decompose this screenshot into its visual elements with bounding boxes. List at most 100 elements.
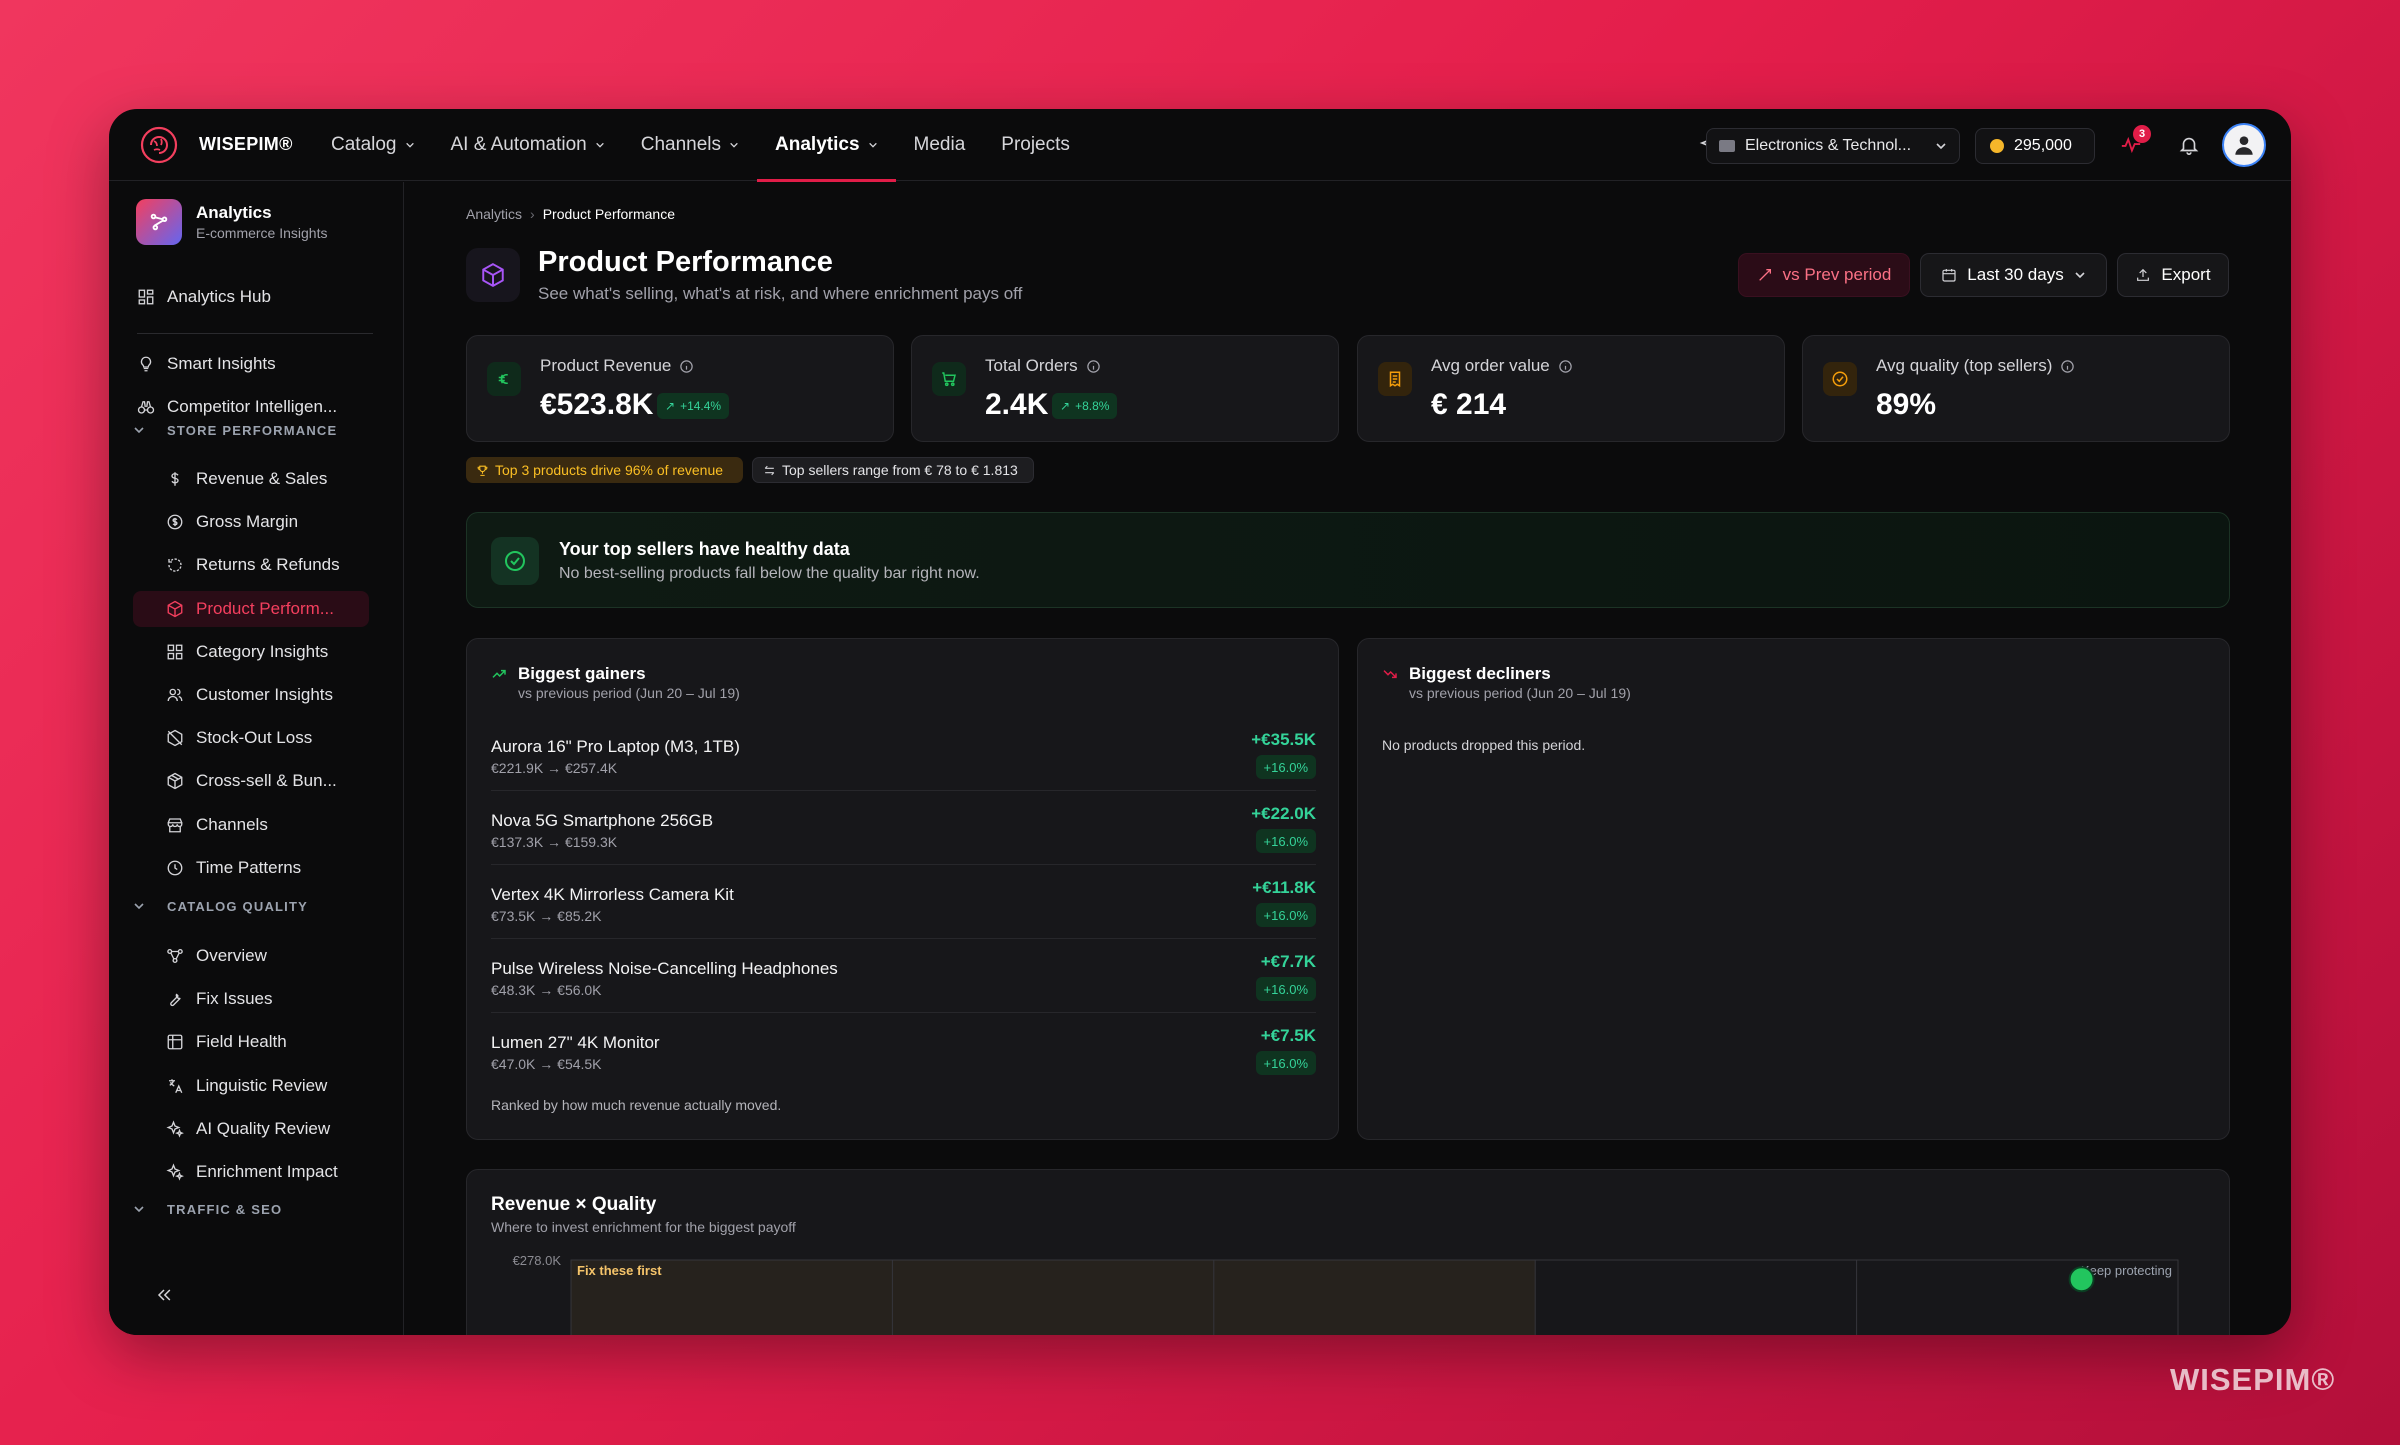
banner-title: Your top sellers have healthy data [559, 539, 850, 559]
sidebar-item-label: Product Perform... [196, 598, 334, 618]
info-icon[interactable] [1086, 359, 1101, 374]
export-button[interactable]: Export [2117, 253, 2229, 297]
bell-icon[interactable] [2175, 131, 2203, 159]
kpi-value: € 214 [1431, 388, 1507, 421]
sidebar-item-label: Revenue & Sales [196, 469, 328, 488]
kpi-label-text: Avg quality (top sellers) [1876, 356, 2053, 375]
sidebar-section-traffic-seo[interactable]: TRAFFIC & SEO [133, 1195, 282, 1223]
users-icon [167, 688, 183, 702]
credits-balance[interactable]: 295,000 [1975, 128, 2095, 164]
arrow-up-right-icon: ↗ [1060, 399, 1071, 413]
top-sellers-range-chip-label: Top sellers range from € 78 to € 1.813 [782, 462, 1018, 478]
nav-item-label: Analytics [775, 134, 860, 155]
sidebar-item-overview[interactable]: Overview [133, 938, 369, 974]
sidebar-item-label: Field Health [196, 1032, 287, 1052]
trending-up-icon [492, 669, 506, 678]
nav-item-projects[interactable]: Projects [983, 109, 1088, 181]
nav-item-analytics[interactable]: Analytics [757, 109, 897, 182]
breadcrumb-separator-icon: › [530, 206, 535, 222]
euro-icon [487, 362, 521, 396]
info-icon[interactable] [679, 359, 694, 374]
sidebar-item-field-health[interactable]: Field Health [133, 1024, 369, 1060]
box-icon [167, 600, 183, 617]
sidebar-section-store-performance[interactable]: STORE PERFORMANCE [133, 416, 337, 444]
info-icon[interactable] [2060, 359, 2075, 374]
sidebar-item-customer-insights[interactable]: Customer Insights [133, 677, 369, 713]
gainer-row[interactable]: Aurora 16" Pro Laptop (M3, 1TB) €221.9K →… [491, 717, 1316, 791]
product-name: Vertex 4K Mirrorless Camera Kit [491, 885, 734, 904]
kpi-label-text: Avg order value [1431, 356, 1550, 375]
coin-icon [1990, 139, 2004, 153]
product-name: Aurora 16" Pro Laptop (M3, 1TB) [491, 737, 740, 756]
trophy-icon [477, 465, 488, 476]
brain-logo-icon[interactable] [139, 125, 179, 165]
compare-button-label: vs Prev period [1782, 265, 1892, 284]
product-name: Lumen 27" 4K Monitor [491, 1033, 660, 1052]
biggest-decliners-panel: Biggest decliners vs previous period (Ju… [1357, 638, 2230, 1140]
sidebar-item-category-insights[interactable]: Category Insights [133, 634, 369, 670]
kpi-value: €523.8K [540, 388, 654, 421]
date-range-select[interactable]: Last 30 days [1920, 253, 2107, 297]
banner-subtitle: No best-selling products fall below the … [559, 565, 980, 582]
sidebar-item-time-patterns[interactable]: Time Patterns [133, 850, 369, 886]
kpi-delta-value: +8.8% [1075, 399, 1110, 413]
gainer-row[interactable]: Pulse Wireless Noise-Cancelling Headphon… [491, 939, 1316, 1013]
revenue-gain-percent: +16.0% [1255, 829, 1316, 853]
sidebar-item-linguistic-review[interactable]: Linguistic Review [133, 1068, 369, 1104]
brand-name[interactable]: WISEPIM® [199, 134, 293, 155]
nav-item-ai-automation[interactable]: AI & Automation [433, 109, 623, 181]
network-icon [167, 948, 183, 964]
sidebar-item-stock-out-loss[interactable]: Stock-Out Loss [133, 720, 369, 756]
breadcrumb-analytics[interactable]: Analytics [466, 206, 522, 222]
sidebar-item-fix-issues[interactable]: Fix Issues [133, 981, 369, 1017]
top-navigation-bar: WISEPIM® Catalog AI & Automation Channels A… [109, 109, 2291, 182]
chevron-down-icon [134, 427, 144, 434]
kpi-label: Avg quality (top sellers) [1876, 356, 2075, 376]
main-content: Analytics › Product Performance Product … [405, 182, 2291, 1335]
store-flag-icon [1719, 140, 1735, 152]
compare-prev-period-button[interactable]: vs Prev period [1738, 253, 1910, 297]
sidebar-divider [137, 333, 373, 334]
gainers-title: Biggest gainers [518, 664, 646, 683]
store-selector[interactable]: Electronics & Technol... [1706, 128, 1960, 164]
box-off-icon [167, 729, 183, 747]
chevron-down-icon [134, 903, 144, 910]
sidebar-section-catalog-quality[interactable]: CATALOG QUALITY [133, 892, 308, 920]
nav-item-label: Catalog [331, 134, 397, 155]
sidebar-item-channels[interactable]: Channels [133, 807, 369, 843]
sidebar-item-smart-insights[interactable]: Smart Insights [137, 346, 387, 382]
breadcrumb: Analytics › Product Performance [466, 206, 675, 222]
gainer-row[interactable]: Lumen 27" 4K Monitor €47.0K → €54.5K +€7.5… [491, 1013, 1316, 1087]
collapse-sidebar-icon[interactable] [151, 1282, 177, 1308]
sidebar-item-revenue-sales[interactable]: Revenue & Sales [133, 461, 369, 497]
gainer-row[interactable]: Vertex 4K Mirrorless Camera Kit €73.5K → … [491, 865, 1316, 939]
user-avatar[interactable] [2222, 123, 2266, 167]
gainer-row[interactable]: Nova 5G Smartphone 256GB €137.3K → €159.3… [491, 791, 1316, 865]
sidebar-item-label: Gross Margin [196, 512, 299, 532]
sidebar-item-enrichment-impact[interactable]: Enrichment Impact [133, 1154, 369, 1190]
nav-item-label: Channels [640, 134, 722, 155]
chevron-down-icon [1936, 143, 1946, 150]
kpi-label: Product Revenue [540, 356, 694, 376]
sidebar-item-analytics-hub[interactable]: Analytics Hub [137, 279, 387, 315]
sidebar-item-label: Returns & Refunds [196, 555, 340, 575]
sidebar-item-gross-margin[interactable]: Gross Margin [133, 504, 369, 540]
sidebar-item-returns-refunds[interactable]: Returns & Refunds [133, 547, 369, 583]
info-icon[interactable] [1558, 359, 1573, 374]
sidebar-item-product-perform[interactable]: Product Perform... [133, 590, 369, 627]
sidebar-item-ai-quality-review[interactable]: AI Quality Review [133, 1111, 369, 1147]
translate-icon [169, 1078, 183, 1093]
sidebar-item-label: AI Quality Review [196, 1118, 331, 1138]
nav-item-channels[interactable]: Channels [623, 109, 757, 181]
compare-arrows-icon [1758, 269, 1771, 281]
cube-icon [466, 248, 520, 302]
nav-item-label: AI & Automation [450, 134, 587, 155]
kpi-card-total-orders: Total Orders 2.4K ↗ +8.8% [911, 335, 1339, 442]
badge-check-icon [1823, 362, 1857, 396]
nav-item-media[interactable]: Media [896, 109, 984, 181]
revenue-quality-scatter-chart: €278.0K Fix these first Keep protecting [513, 1253, 2179, 1335]
page-subtitle: See what's selling, what's at risk, and … [538, 284, 1023, 303]
nav-item-catalog[interactable]: Catalog [313, 109, 433, 181]
arrows-range-icon [764, 465, 775, 475]
sidebar-item-cross-sell-bun[interactable]: Cross-sell & Bun... [133, 763, 369, 799]
